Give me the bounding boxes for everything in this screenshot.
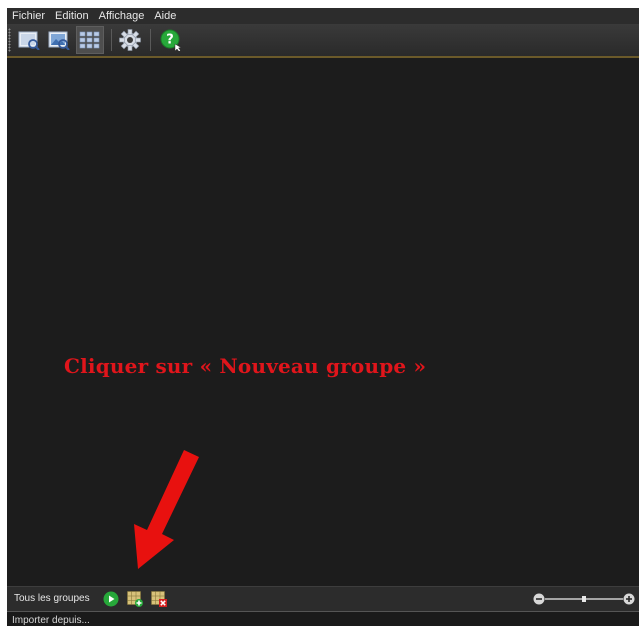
toolbar: ? <box>7 24 639 58</box>
new-group-icon <box>127 591 143 607</box>
image-preview-icon <box>48 31 70 50</box>
menu-edition[interactable]: Edition <box>50 8 94 24</box>
toolbar-separator <box>111 29 112 51</box>
zoom-in-icon[interactable] <box>623 593 635 605</box>
app-window: Fichier Edition Affichage Aide ? Cliquer… <box>7 8 639 626</box>
grid-view-button[interactable] <box>76 26 104 54</box>
menu-bar: Fichier Edition Affichage Aide <box>7 8 639 24</box>
single-view-button[interactable] <box>15 26 43 54</box>
new-group-button[interactable] <box>127 591 143 607</box>
help-icon: ? <box>160 29 182 51</box>
delete-group-button[interactable] <box>151 591 167 607</box>
red-arrow-annotation <box>134 450 199 569</box>
menu-fichier[interactable]: Fichier <box>7 8 50 24</box>
menu-aide[interactable]: Aide <box>149 8 181 24</box>
zoom-slider[interactable] <box>533 592 635 606</box>
single-image-view-icon <box>18 31 40 50</box>
groups-bar: Tous les groupes <box>7 586 639 611</box>
gear-icon <box>119 29 141 51</box>
toolbar-grip[interactable] <box>8 28 11 52</box>
instruction-annotation: Cliquer sur « Nouveau groupe » <box>64 354 427 378</box>
settings-button[interactable] <box>116 26 144 54</box>
thumbnail-viewport[interactable]: Cliquer sur « Nouveau groupe » <box>7 58 639 586</box>
help-button[interactable]: ? <box>157 26 185 54</box>
zoom-thumb[interactable] <box>582 596 586 602</box>
play-button[interactable] <box>103 591 119 607</box>
groups-label: Tous les groupes <box>14 593 90 604</box>
grid-view-icon <box>79 31 100 49</box>
play-icon <box>103 591 119 607</box>
menu-affichage[interactable]: Affichage <box>94 8 150 24</box>
delete-group-icon <box>151 591 167 607</box>
svg-text:?: ? <box>166 33 174 48</box>
status-text: Importer depuis... <box>12 615 90 626</box>
status-bar: Importer depuis... <box>7 611 639 626</box>
zoom-out-icon[interactable] <box>533 593 545 605</box>
toolbar-separator <box>150 29 151 51</box>
preview-view-button[interactable] <box>45 26 73 54</box>
